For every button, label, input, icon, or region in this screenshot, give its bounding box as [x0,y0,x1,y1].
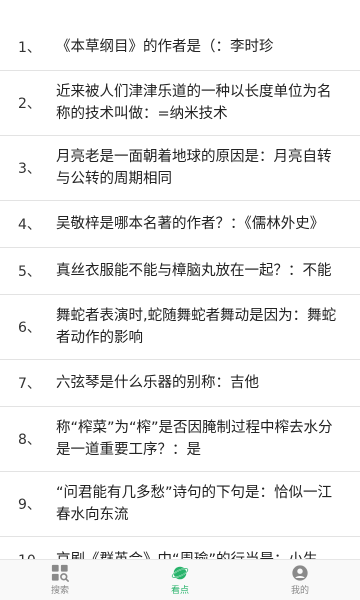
item-number: 7、 [18,376,41,392]
bottom-tab-bar: 搜索 看点 我的 [0,559,360,600]
tab-label: 看点 [170,586,189,596]
item-text: “问君能有几多愁”诗句的下句是：恰似一江春水向东流 [56,485,333,523]
item-number: 6、 [18,320,41,336]
item-text: 月亮老是一面朝着地球的原因是：月亮自转与公转的周期相同 [56,149,332,187]
list-item[interactable]: 4、 吴敬梓是哪本名著的作者？：《儒林外史》 [0,201,360,248]
tab-mine[interactable]: 我的 [240,560,360,600]
tab-search[interactable]: 搜索 [0,560,120,600]
list-item[interactable]: 8、 称“榨菜”为“榨”是否因腌制过程中榨去水分是一道重要工序？：是 [0,407,360,472]
list-item[interactable]: 1、 《本草纲目》的作者是（：李时珍 [0,24,360,71]
tab-kandian[interactable]: 看点 [120,560,240,600]
tab-label: 搜索 [50,586,69,596]
item-text: 舞蛇者表演时,蛇随舞蛇者舞动是因为：舞蛇者动作的影响 [56,308,337,346]
qa-list: 1、 《本草纲目》的作者是（：李时珍 2、 近来被人们津津乐道的一种以长度单位为… [0,24,360,560]
item-text: 近来被人们津津乐道的一种以长度单位为名称的技术叫做：=纳米技术 [56,84,332,122]
item-text: 真丝衣服能不能与樟脑丸放在一起？：不能 [56,263,332,279]
list-item[interactable]: 6、 舞蛇者表演时,蛇随舞蛇者舞动是因为：舞蛇者动作的影响 [0,295,360,360]
item-number: 4、 [18,217,41,233]
list-item[interactable]: 3、 月亮老是一面朝着地球的原因是：月亮自转与公转的周期相同 [0,136,360,201]
search-grid-icon [51,564,69,582]
item-text: 《本草纲目》的作者是（：李时珍 [56,39,274,55]
planet-icon [171,566,189,580]
item-number: 8、 [18,432,41,448]
list-item[interactable]: 10、 京剧《群英会》中“周瑜”的行当是：小生 [0,537,360,560]
list-item[interactable]: 9、 “问君能有几多愁”诗句的下句是：恰似一江春水向东流 [0,472,360,537]
list-item[interactable]: 2、 近来被人们津津乐道的一种以长度单位为名称的技术叫做：=纳米技术 [0,71,360,136]
item-number: 2、 [18,96,41,112]
item-number: 1、 [18,40,41,56]
item-number: 5、 [18,264,41,280]
list-item[interactable]: 7、 六弦琴是什么乐器的别称：吉他 [0,360,360,407]
item-text: 吴敬梓是哪本名著的作者？：《儒林外史》 [56,216,325,232]
user-icon [292,565,308,581]
list-item[interactable]: 5、 真丝衣服能不能与樟脑丸放在一起？：不能 [0,248,360,295]
item-number: 9、 [18,497,41,513]
item-text: 称“榨菜”为“榨”是否因腌制过程中榨去水分是一道重要工序？：是 [56,420,333,458]
item-number: 3、 [18,161,41,177]
tab-label: 我的 [290,586,309,596]
item-text: 六弦琴是什么乐器的别称：吉他 [56,375,259,391]
